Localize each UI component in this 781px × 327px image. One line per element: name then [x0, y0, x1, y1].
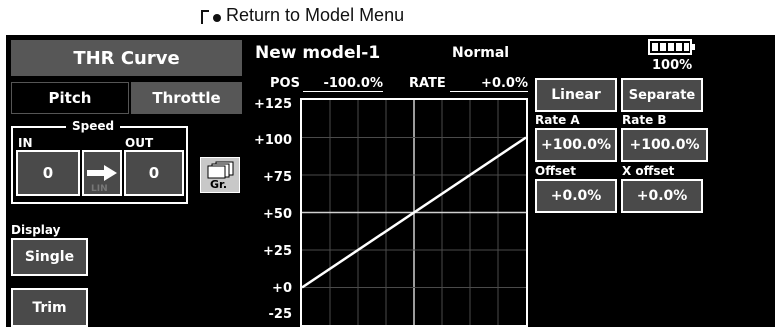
tab-pitch[interactable]: Pitch — [11, 82, 129, 114]
speed-in-label: IN — [18, 136, 33, 150]
graph-button[interactable]: Gr. — [200, 157, 240, 193]
y-tick-label: +50 — [263, 207, 292, 222]
speed-in-button[interactable]: 0 — [16, 150, 80, 196]
y-tick-label: +75 — [263, 170, 292, 185]
annotation-bullet — [213, 14, 221, 22]
speed-out-button[interactable]: 0 — [124, 150, 184, 196]
mode-button[interactable]: Separate — [621, 78, 703, 112]
trim-button[interactable]: Trim — [11, 288, 88, 327]
y-tick-label: +100 — [253, 133, 292, 148]
y-tick-label: +25 — [263, 244, 292, 259]
curve-graph[interactable] — [300, 98, 528, 327]
y-tick-label: +0 — [272, 281, 292, 296]
y-tick-label: +125 — [253, 97, 292, 112]
curve-type-button[interactable]: Linear — [535, 78, 617, 112]
x-offset-label: X offset — [622, 164, 675, 178]
rate-label: RATE — [409, 76, 446, 91]
rate-b-label: Rate B — [622, 113, 667, 127]
model-name: New model-1 — [255, 43, 381, 63]
offset-button[interactable]: +0.0% — [535, 179, 617, 213]
tab-throttle[interactable]: Throttle — [131, 82, 242, 114]
speed-title: Speed — [66, 119, 121, 133]
battery-icon — [648, 39, 696, 55]
graph-icon — [207, 161, 234, 179]
rate-value: +0.0% — [450, 76, 528, 92]
rate-b-button[interactable]: +100.0% — [621, 128, 708, 162]
arrow-right-icon — [87, 165, 117, 181]
battery-percent: 100% — [652, 58, 693, 73]
rate-a-button[interactable]: +100.0% — [535, 128, 617, 162]
condition-name: Normal — [452, 45, 510, 61]
pos-value: -100.0% — [303, 76, 383, 92]
display-mode-button[interactable]: Single — [11, 238, 88, 276]
speed-out-label: OUT — [125, 136, 154, 150]
x-offset-button[interactable]: +0.0% — [621, 179, 703, 213]
rate-a-label: Rate A — [535, 113, 580, 127]
annotation-text: Return to Model Menu — [226, 5, 405, 25]
graph-button-label: Gr. — [210, 178, 228, 191]
pos-label: POS — [270, 76, 300, 91]
curve-plot — [302, 100, 526, 325]
offset-label: Offset — [535, 164, 576, 178]
display-label: Display — [11, 223, 61, 237]
y-tick-label: -25 — [268, 307, 293, 322]
menu-title-button[interactable]: THR Curve — [11, 40, 242, 76]
speed-mode-label: LIN — [91, 184, 108, 194]
annotation-bracket — [201, 10, 209, 24]
